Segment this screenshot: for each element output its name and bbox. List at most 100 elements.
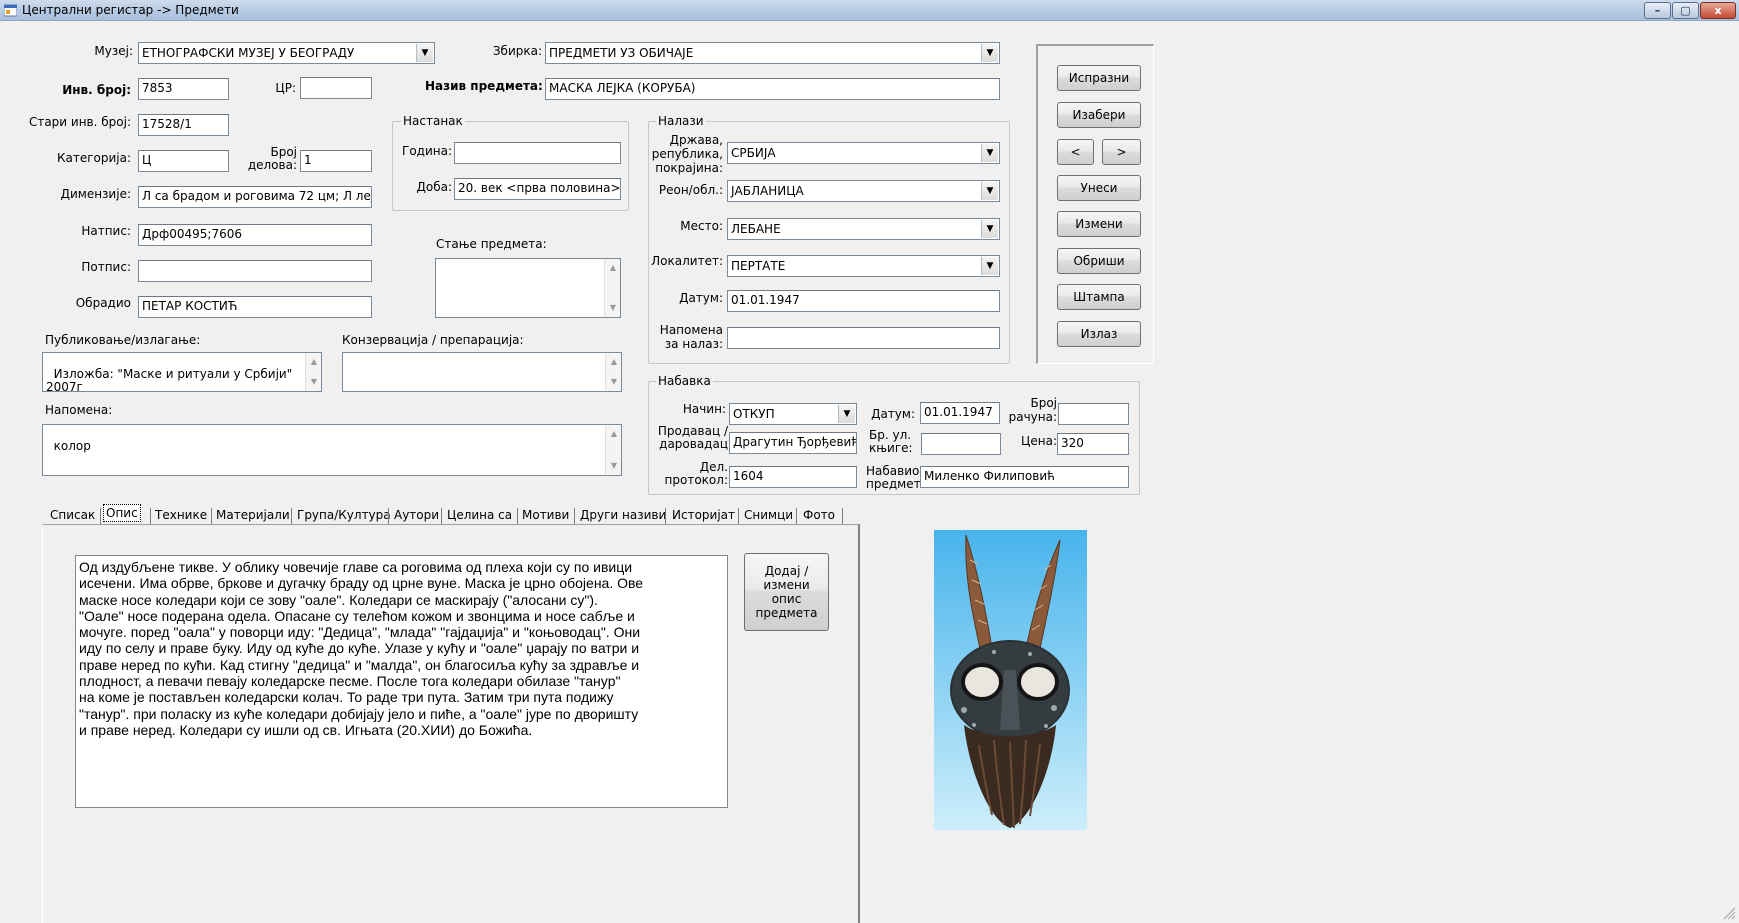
obrisi-button[interactable]: Обриши xyxy=(1057,248,1141,274)
prev-button[interactable]: < xyxy=(1057,139,1094,165)
del-protokol-label-2: протокол: xyxy=(664,473,728,487)
tab-istorijat[interactable]: Историјат xyxy=(672,504,735,526)
tab-separator xyxy=(574,508,575,524)
scroll-down-icon[interactable]: ▼ xyxy=(306,375,321,389)
natpis-field[interactable]: Дрф00495;7606 xyxy=(138,224,372,246)
tab-snimci[interactable]: Снимци xyxy=(744,504,793,526)
napomena-scrollbar[interactable]: ▲ ▼ xyxy=(605,425,621,475)
del-protokol-field[interactable]: 1604 xyxy=(729,466,857,488)
unesi-button[interactable]: Унеси xyxy=(1057,175,1141,201)
chevron-down-icon[interactable]: ▼ xyxy=(981,144,998,162)
konzervacija-memo[interactable]: ▲ ▼ xyxy=(342,352,622,392)
tab-drugi-nazivi[interactable]: Други називи xyxy=(580,504,666,526)
tab-autori[interactable]: Аутори xyxy=(394,504,439,526)
godina-field[interactable] xyxy=(454,142,621,164)
scroll-up-icon[interactable]: ▲ xyxy=(606,427,621,441)
muzej-select[interactable]: ЕТНОГРАФСКИ МУЗЕЈ У БЕОГРАДУ ▼ xyxy=(138,42,435,64)
tab-separator xyxy=(796,508,797,524)
mesto-select[interactable]: ЛЕБАНЕ ▼ xyxy=(727,218,1000,240)
zbirka-select[interactable]: ПРЕДМЕТИ УЗ ОБИЧАЈЕ ▼ xyxy=(545,42,1000,64)
scroll-up-icon[interactable]: ▲ xyxy=(306,355,321,369)
prodavac-field[interactable]: Драгутин Ђорђевић, xyxy=(729,432,857,454)
close-button[interactable]: x xyxy=(1700,2,1736,19)
datum-nabavka-field[interactable]: 01.01.1947 xyxy=(920,402,1000,424)
isprazni-button[interactable]: Испразни xyxy=(1057,65,1141,91)
tab-foto[interactable]: Фото xyxy=(803,504,835,526)
cena-field[interactable]: 320 xyxy=(1057,433,1129,455)
publikovanje-scrollbar[interactable]: ▲ ▼ xyxy=(305,353,321,391)
tab-separator xyxy=(517,508,518,524)
stampa-button[interactable]: Штампа xyxy=(1057,284,1141,310)
scroll-up-icon[interactable]: ▲ xyxy=(605,261,620,275)
chevron-down-icon[interactable]: ▼ xyxy=(981,257,998,275)
stari-inv-field[interactable]: 17528/1 xyxy=(138,114,229,136)
title-bar[interactable]: Централни регистар -> Предмети – ▢ x xyxy=(0,0,1739,21)
reon-select[interactable]: ЈАБЛАНИЦА ▼ xyxy=(727,180,1000,202)
izlaz-button[interactable]: Излаз xyxy=(1057,321,1141,347)
tab-separator xyxy=(441,508,442,524)
scroll-down-icon[interactable]: ▼ xyxy=(606,375,621,389)
maximize-button[interactable]: ▢ xyxy=(1672,2,1699,19)
cr-field[interactable] xyxy=(300,77,372,99)
potpis-field[interactable] xyxy=(138,260,372,282)
dimenzije-field[interactable]: Л са брадом и роговима 72 цм; Л лејке xyxy=(138,186,372,208)
obradio-field[interactable]: ПЕТАР КОСТИЋ xyxy=(138,296,372,318)
broj-delova-field[interactable]: 1 xyxy=(300,150,372,172)
godina-label: Година: xyxy=(402,144,452,158)
chevron-down-icon[interactable]: ▼ xyxy=(981,182,998,200)
izaberi-button[interactable]: Изабери xyxy=(1057,102,1141,128)
tab-opis[interactable]: Опис xyxy=(103,504,141,522)
del-protokol-label-1: Дел. xyxy=(699,460,728,474)
inv-broj-field[interactable]: 7853 xyxy=(138,78,229,100)
muzej-label: Музеј: xyxy=(94,44,133,58)
konzervacija-scrollbar[interactable]: ▲ ▼ xyxy=(605,353,621,391)
izmeni-button[interactable]: Измени xyxy=(1057,211,1141,237)
tab-spisak[interactable]: Списак xyxy=(50,504,95,526)
reon-value: ЈАБЛАНИЦА xyxy=(731,184,804,198)
mesto-label: Место: xyxy=(680,219,723,233)
stanje-memo[interactable]: ▲ ▼ xyxy=(435,258,621,318)
napomena-label: Напомена: xyxy=(45,403,113,417)
potpis-label: Потпис: xyxy=(81,260,131,274)
edit-description-button[interactable]: Додај / измени опис предмета xyxy=(744,553,829,631)
chevron-down-icon[interactable]: ▼ xyxy=(981,44,998,62)
chevron-down-icon[interactable]: ▼ xyxy=(981,220,998,238)
tab-separator xyxy=(842,508,843,524)
minimize-button[interactable]: – xyxy=(1644,2,1671,19)
publikovanje-memo[interactable]: Изложба: "Маске и ритуали у Србији" 2007… xyxy=(42,352,322,392)
tab-separator xyxy=(211,508,212,524)
chevron-down-icon[interactable]: ▼ xyxy=(838,405,855,423)
kategorija-field[interactable]: Ц xyxy=(138,150,229,172)
chevron-down-icon[interactable]: ▼ xyxy=(416,44,433,62)
nabavio-field[interactable]: Миленко Филиповић xyxy=(920,466,1129,488)
stanje-scrollbar[interactable]: ▲ ▼ xyxy=(604,259,620,317)
broj-racuna-field[interactable] xyxy=(1058,403,1129,425)
scroll-down-icon[interactable]: ▼ xyxy=(606,459,621,473)
nacin-select[interactable]: ОТКУП ▼ xyxy=(729,403,857,425)
drzava-label-1: Држава, xyxy=(669,133,723,147)
obradio-label: Обрадио xyxy=(75,296,131,310)
tab-celina-sa[interactable]: Целина са xyxy=(447,504,512,526)
drzava-select[interactable]: СРБИЈА ▼ xyxy=(727,142,1000,164)
resize-grip-icon[interactable] xyxy=(1722,906,1736,920)
datum-nalaz-field[interactable]: 01.01.1947 xyxy=(727,290,1000,312)
doba-field[interactable]: 20. век <прва половина> xyxy=(454,178,621,200)
tab-tehnike[interactable]: Технике xyxy=(155,504,207,526)
naziv-field[interactable]: МАСКА ЛЕЈКА (КОРУБА) xyxy=(545,78,1000,100)
drzava-label-2: република, xyxy=(651,147,723,161)
br-ul-knjige-field[interactable] xyxy=(921,433,1001,455)
tab-separator xyxy=(150,508,151,524)
tab-materijali[interactable]: Материјали xyxy=(216,504,290,526)
konzervacija-label: Конзервација / препарација: xyxy=(342,333,524,347)
tab-motivi[interactable]: Мотиви xyxy=(522,504,569,526)
publikovanje-label: Публиковање/излагање: xyxy=(45,333,201,347)
scroll-down-icon[interactable]: ▼ xyxy=(605,301,620,315)
tab-grupa-kultura[interactable]: Група/Култура xyxy=(297,504,391,526)
next-button[interactable]: > xyxy=(1102,139,1141,165)
napomena-nalaz-field[interactable] xyxy=(727,327,1000,349)
scroll-up-icon[interactable]: ▲ xyxy=(606,355,621,369)
napomena-memo[interactable]: колор ▲ ▼ xyxy=(42,424,622,476)
napomena-text: колор xyxy=(53,439,91,453)
opis-textarea[interactable]: Од издубљене тикве. У облику човечије гл… xyxy=(75,555,728,808)
lokalitet-select[interactable]: ПЕРТАТЕ ▼ xyxy=(727,255,1000,277)
